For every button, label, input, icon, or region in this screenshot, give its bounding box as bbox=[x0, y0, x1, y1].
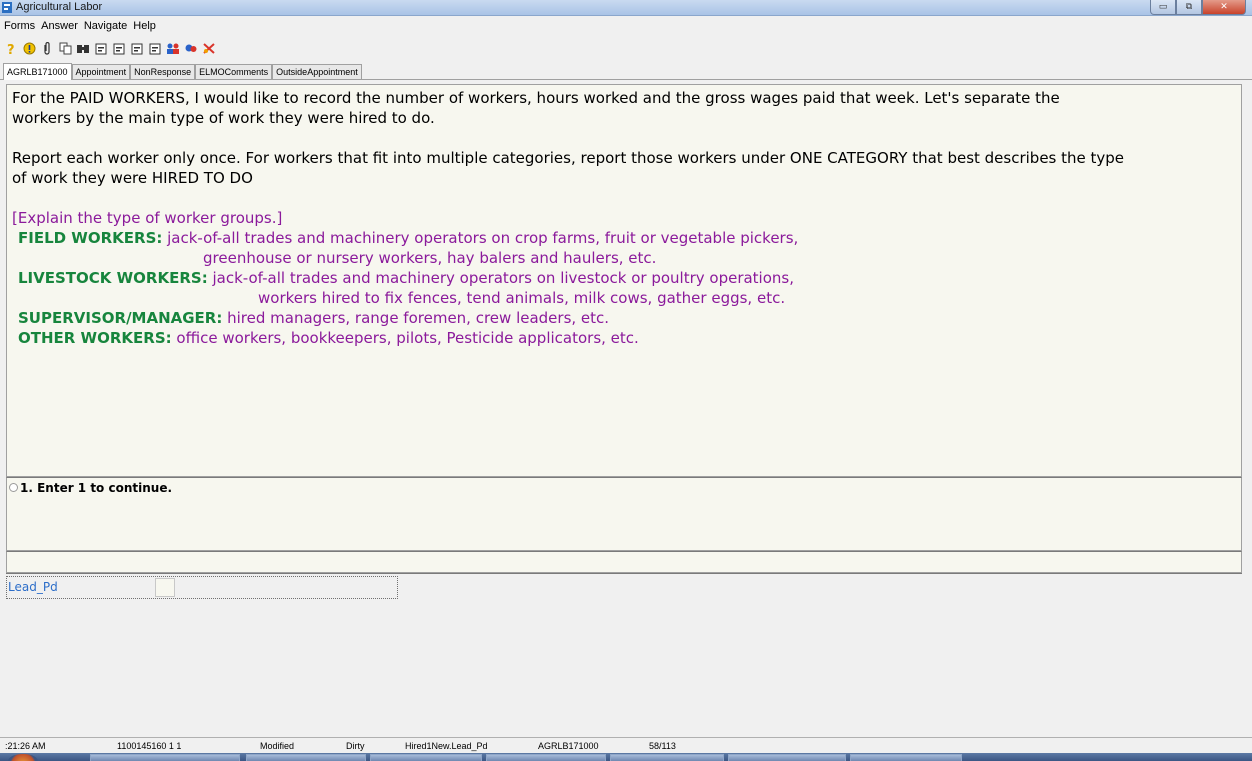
users-icon[interactable] bbox=[164, 40, 182, 58]
maximize-button[interactable]: ⧉ bbox=[1176, 0, 1202, 15]
category-description: hired managers, range foremen, crew lead… bbox=[222, 309, 610, 327]
menu-bar: Forms Answer Navigate Help bbox=[0, 17, 1252, 35]
answer-option-label[interactable]: 1. Enter 1 to continue. bbox=[20, 481, 172, 495]
taskbar bbox=[0, 753, 1252, 761]
exit-icon[interactable] bbox=[200, 40, 218, 58]
tab-elmocomments[interactable]: ELMOComments bbox=[195, 64, 273, 79]
category-other-workers: OTHER WORKERS: office workers, bookkeepe… bbox=[18, 328, 639, 348]
category-label: LIVESTOCK WORKERS: bbox=[18, 269, 208, 287]
answer-input-area[interactable] bbox=[6, 551, 1242, 573]
taskbar-item[interactable] bbox=[610, 754, 724, 761]
category-description-continued: workers hired to fix fences, tend animal… bbox=[258, 289, 786, 307]
tab-strip: AGRLB171000 Appointment NonResponse ELMO… bbox=[0, 63, 1252, 80]
field-list-pane: Lead_Pd bbox=[6, 573, 1242, 737]
tab-appointment[interactable]: Appointment bbox=[71, 64, 131, 79]
status-bar: :21:26 AM 1100145160 1 1 Modified Dirty … bbox=[0, 737, 1252, 753]
menu-navigate[interactable]: Navigate bbox=[81, 17, 130, 35]
status-case-id: 1100145160 1 1 bbox=[117, 741, 182, 751]
close-button[interactable]: ✕ bbox=[1202, 0, 1246, 15]
taskbar-item[interactable] bbox=[370, 754, 482, 761]
answer-pane: 1. Enter 1 to continue. bbox=[6, 477, 1242, 551]
status-modified: Modified bbox=[260, 741, 295, 751]
question-text-line: Report each worker only once. For worker… bbox=[12, 149, 1125, 167]
menu-forms[interactable]: Forms bbox=[1, 17, 38, 35]
category-supervisor-manager: SUPERVISOR/MANAGER: hired managers, rang… bbox=[18, 308, 609, 328]
help-question-icon[interactable]: ? bbox=[2, 40, 20, 58]
form1-icon[interactable] bbox=[92, 40, 110, 58]
question-text-line: workers by the main type of work they we… bbox=[12, 109, 435, 127]
attach-icon[interactable] bbox=[38, 40, 56, 58]
app-icon bbox=[2, 2, 12, 13]
tab-outsideappointment[interactable]: OutsideAppointment bbox=[272, 64, 362, 79]
field-row-lead-pd[interactable]: Lead_Pd bbox=[6, 576, 398, 599]
taskbar-item[interactable] bbox=[486, 754, 606, 761]
category-description: jack-of-all trades and machinery operato… bbox=[207, 269, 794, 287]
field-value-input[interactable] bbox=[155, 578, 175, 597]
sync-icon[interactable] bbox=[182, 40, 200, 58]
form4-icon[interactable] bbox=[146, 40, 164, 58]
window-controls: ▭ ⧉ ✕ bbox=[1150, 0, 1246, 15]
menu-answer[interactable]: Answer bbox=[38, 17, 81, 35]
form3-icon[interactable] bbox=[128, 40, 146, 58]
menu-help[interactable]: Help bbox=[130, 17, 159, 35]
taskbar-item[interactable] bbox=[90, 754, 240, 761]
start-button[interactable] bbox=[8, 754, 38, 761]
find-icon[interactable] bbox=[74, 40, 92, 58]
question-text-line: For the PAID WORKERS, I would like to re… bbox=[12, 89, 1060, 107]
tab-agrlb171000[interactable]: AGRLB171000 bbox=[3, 63, 72, 80]
category-description-continued: greenhouse or nursery workers, hay baler… bbox=[203, 249, 657, 267]
status-dirty: Dirty bbox=[346, 741, 365, 751]
svg-text:?: ? bbox=[7, 43, 15, 56]
status-field-path: Hired1New.Lead_Pd bbox=[405, 741, 488, 751]
interviewer-instruction: [Explain the type of worker groups.] bbox=[12, 209, 283, 227]
toolbar: ? bbox=[0, 36, 1252, 61]
question-pane: For the PAID WORKERS, I would like to re… bbox=[6, 84, 1242, 477]
taskbar-item[interactable] bbox=[850, 754, 962, 761]
category-label: OTHER WORKERS: bbox=[18, 329, 172, 347]
app-window: Agricultural Labor ▭ ⧉ ✕ Forms Answer Na… bbox=[0, 0, 1252, 761]
minimize-button[interactable]: ▭ bbox=[1150, 0, 1176, 15]
category-description: jack-of-all trades and machinery operato… bbox=[162, 229, 799, 247]
category-field-workers: FIELD WORKERS: jack-of-all trades and ma… bbox=[18, 228, 798, 248]
taskbar-item[interactable] bbox=[246, 754, 366, 761]
question-text-line: of work they were HIRED TO DO bbox=[12, 169, 253, 187]
taskbar-item[interactable] bbox=[728, 754, 846, 761]
status-time: :21:26 AM bbox=[5, 741, 46, 751]
status-form: AGRLB171000 bbox=[538, 741, 599, 751]
copy-icon[interactable] bbox=[56, 40, 74, 58]
answer-option-radio[interactable] bbox=[9, 483, 18, 492]
form2-icon[interactable] bbox=[110, 40, 128, 58]
category-label: SUPERVISOR/MANAGER: bbox=[18, 309, 223, 327]
category-livestock-workers: LIVESTOCK WORKERS: jack-of-all trades an… bbox=[18, 268, 794, 288]
tab-nonresponse[interactable]: NonResponse bbox=[130, 64, 196, 79]
info-icon[interactable] bbox=[20, 40, 38, 58]
window-title: Agricultural Labor bbox=[16, 1, 103, 13]
field-name-label: Lead_Pd bbox=[8, 580, 58, 594]
title-bar[interactable]: Agricultural Labor ▭ ⧉ ✕ bbox=[0, 0, 1252, 16]
category-label: FIELD WORKERS: bbox=[18, 229, 163, 247]
category-description: office workers, bookkeepers, pilots, Pes… bbox=[171, 329, 639, 347]
status-page: 58/113 bbox=[649, 741, 676, 751]
